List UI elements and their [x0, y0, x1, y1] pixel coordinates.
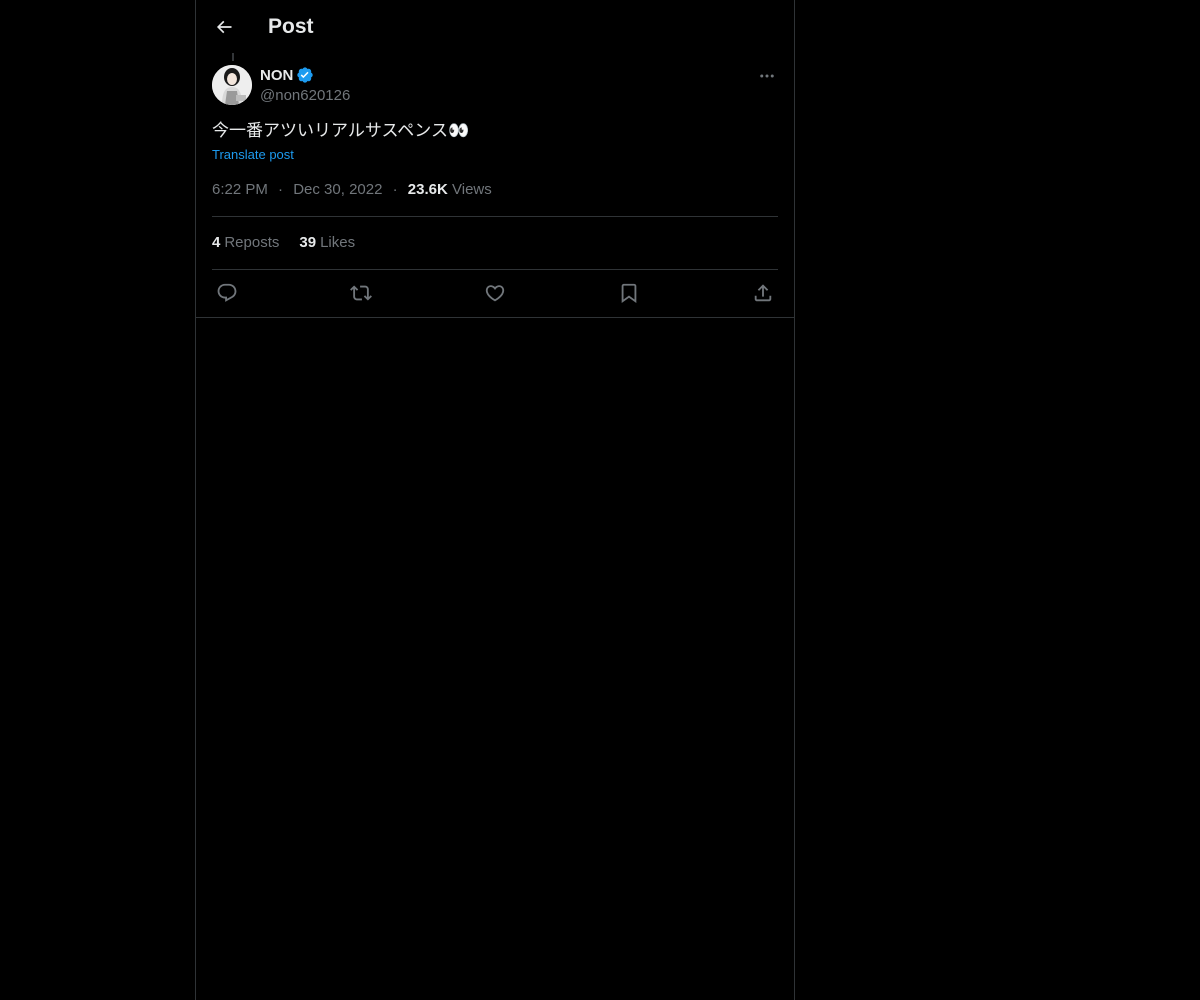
avatar-image	[212, 65, 252, 105]
author-block: NON @non620126	[260, 64, 350, 106]
primary-column: Post NON @non620126 今一番アツいリアルサスペンス👀 Tran…	[195, 0, 795, 1000]
meta-separator: ·	[278, 181, 284, 198]
reply-button[interactable]	[212, 280, 242, 306]
thread-connector	[232, 53, 234, 61]
author-display-name[interactable]: NON	[260, 67, 293, 84]
author-handle[interactable]: @non620126	[260, 86, 350, 106]
post-bottom-border	[196, 317, 794, 318]
verified-badge-icon[interactable]	[296, 66, 314, 84]
page-title: Post	[268, 15, 314, 38]
views-count: 23.6K	[407, 181, 448, 198]
back-button[interactable]	[208, 11, 240, 43]
post-text: 今一番アツいリアルサスペンス👀	[212, 121, 470, 141]
post-stats: 4 Reposts 39 Likes	[212, 233, 375, 253]
more-dots-icon	[760, 74, 774, 78]
bookmark-icon	[621, 283, 637, 304]
more-options-button[interactable]	[756, 65, 778, 87]
post-meta: 6:22 PM · Dec 30, 2022 · 23.6K Views	[212, 180, 492, 200]
page-header: Post	[196, 0, 794, 53]
views-label: Views	[452, 181, 492, 198]
share-button[interactable]	[748, 280, 778, 306]
action-bar	[212, 280, 778, 306]
likes-count: 39	[299, 234, 317, 251]
arrow-left-icon	[216, 20, 232, 34]
translate-post-link[interactable]: Translate post	[212, 146, 294, 164]
repost-button[interactable]	[346, 280, 376, 306]
share-icon	[754, 284, 772, 302]
repost-icon	[350, 285, 372, 301]
like-button[interactable]	[480, 280, 510, 306]
likes-label: Likes	[320, 234, 356, 251]
bookmark-button[interactable]	[614, 280, 644, 306]
divider	[212, 216, 778, 217]
heart-icon	[485, 285, 505, 302]
likes-stat[interactable]: 39 Likes	[299, 233, 355, 253]
reposts-label: Reposts	[224, 234, 280, 251]
reposts-stat[interactable]: 4 Reposts	[212, 233, 279, 253]
display-name-row: NON	[260, 64, 350, 86]
post-time[interactable]: 6:22 PM	[212, 181, 268, 198]
reposts-count: 4	[212, 234, 221, 251]
reply-icon	[217, 283, 237, 302]
avatar[interactable]	[212, 65, 252, 105]
divider	[212, 269, 778, 270]
post-date[interactable]: Dec 30, 2022	[293, 181, 382, 198]
meta-separator: ·	[392, 181, 398, 198]
